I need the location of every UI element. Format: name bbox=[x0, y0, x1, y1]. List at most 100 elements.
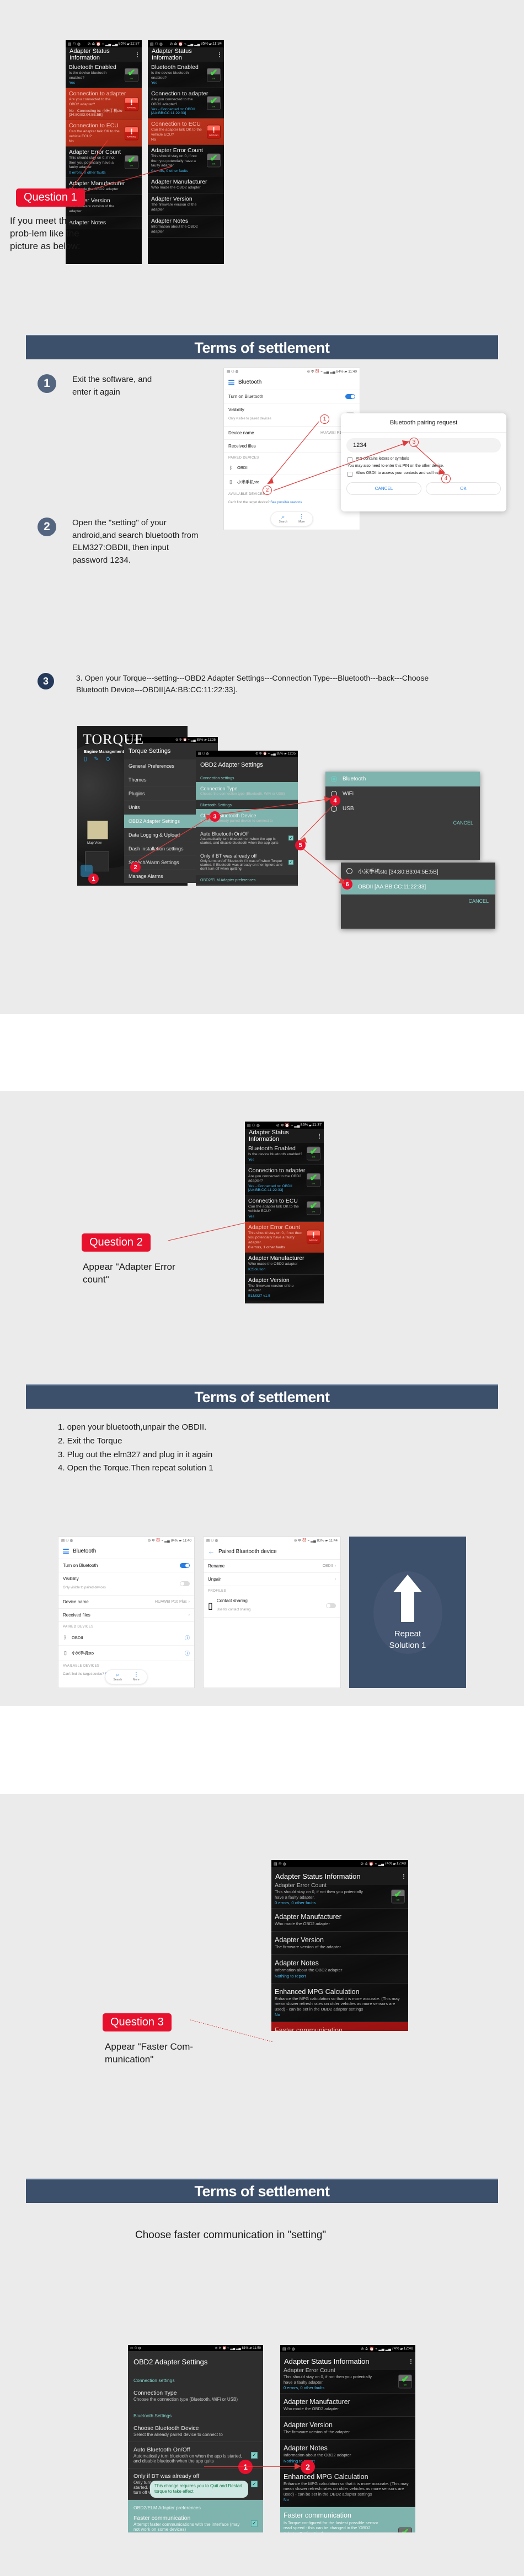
unpair-row[interactable]: Unpair › bbox=[204, 1573, 340, 1586]
ok-badge-icon: ✔OK bbox=[207, 96, 221, 110]
phone-status-q3-after: ▤ ⚇ ◍ ⊘ ✲ ⏰ ⌁ ▂▄ ▂▄ 74% ▰ 12:48 Adapter … bbox=[280, 2345, 415, 2532]
paired-device-obdii[interactable]: ᛒ OBDII bbox=[224, 461, 360, 475]
checkbox-icon[interactable] bbox=[347, 472, 352, 477]
received-files-label: Received files bbox=[63, 1612, 90, 1618]
visibility-sub: Only visible to paired devices bbox=[228, 417, 271, 421]
status-row: Bluetooth Enabled Is the device bluetoot… bbox=[148, 62, 224, 89]
turn-on-bluetooth-row[interactable]: Turn on Bluetooth bbox=[224, 390, 360, 403]
turn-on-bluetooth-toggle[interactable] bbox=[180, 1562, 190, 1568]
turn-on-bluetooth-toggle[interactable] bbox=[345, 394, 355, 399]
connection-type-item[interactable]: Connection Type Choose the connection ty… bbox=[196, 782, 298, 800]
map-view-tile[interactable] bbox=[87, 821, 108, 839]
overflow-menu-icon[interactable] bbox=[319, 1133, 320, 1139]
choose-bluetooth-device-item[interactable]: Choose Bluetooth Device Select the alrea… bbox=[128, 2421, 263, 2442]
faster-communication-item[interactable]: Faster communication Attempt faster comm… bbox=[196, 884, 298, 886]
marker-4: 4 bbox=[441, 474, 451, 483]
only-if-bt-checkbox[interactable]: ✓ bbox=[251, 2481, 258, 2487]
overflow-menu-icon[interactable] bbox=[219, 51, 220, 58]
status-icons-right: ⊘ ✲ ⏰ ⌁ ▂▄ ▂▄ 85% ▰ 11:37 bbox=[87, 42, 140, 46]
status-icons-left: ▤ ⚇ ◍ bbox=[274, 1862, 286, 1866]
allow-contacts-checkbox-row[interactable]: Allow OBDII to access your contacts and … bbox=[341, 470, 506, 478]
overflow-menu-icon[interactable] bbox=[403, 1873, 404, 1879]
available-devices-header: AVAILABLE DEVICES bbox=[228, 492, 265, 496]
row-title: Adapter Manufacturer bbox=[151, 178, 207, 185]
connection-type-sub: Choose the connection type (Bluetooth, W… bbox=[200, 792, 285, 796]
only-if-bt-checkbox[interactable]: ✓ bbox=[288, 859, 293, 865]
row-title: Adapter Manufacturer bbox=[69, 180, 125, 187]
option-usb[interactable]: USB bbox=[325, 801, 480, 816]
chevron-right-icon: › bbox=[334, 1577, 336, 1581]
device-name-row[interactable]: Device name HUAWEI P10 Plus› bbox=[58, 1596, 194, 1609]
status-icons-left: ▤ ⚇ ◍ bbox=[247, 1123, 260, 1128]
phone-icon: ▯ bbox=[229, 478, 232, 484]
terms-banner-title: Terms of settlement bbox=[194, 1388, 330, 1405]
overflow-menu-icon[interactable] bbox=[137, 51, 138, 58]
dialog-actions: CANCEL OK bbox=[341, 478, 506, 500]
section-question-3: ▤ ⚇ ◍ ⊘ ✲ ⏰ ⌁ ▂▄ 74% ▰ 12:48 Adapter Sta… bbox=[0, 1794, 524, 2576]
more-button[interactable]: ⋮ More bbox=[298, 514, 304, 524]
more-button[interactable]: ⋮ More bbox=[133, 1672, 139, 1682]
bluetooth-title-bar: Bluetooth bbox=[58, 1544, 194, 1559]
paired-device-obdii[interactable]: ᛒ OBDII ⓘ bbox=[58, 1630, 194, 1646]
auto-bt-checkbox[interactable]: ✓ bbox=[288, 836, 293, 840]
solution-2-steps: 1. open your bluetooth,unpair the OBDII.… bbox=[58, 1421, 477, 1475]
pin-input[interactable]: 1234 bbox=[346, 438, 501, 452]
marker-4-bluetooth: 4 bbox=[330, 795, 340, 806]
only-if-bt-item[interactable]: Only if BT was already off Only turns on… bbox=[196, 849, 298, 875]
app-bar-title: Adapter Status Information bbox=[249, 1129, 289, 1143]
received-files-row[interactable]: Received files › bbox=[58, 1609, 194, 1622]
see-possible-reasons-link[interactable]: See possible reasons bbox=[270, 501, 302, 504]
phone-paired-device: ▤ ⚇ ◍ ⊘ ✲ ⏰ ⌁ ▂▄ 83% ▰ 11:44 ← Paired Bl… bbox=[203, 1537, 341, 1688]
info-icon[interactable]: ⓘ bbox=[185, 1650, 190, 1657]
option-obdii[interactable]: OBDII [AA:BB:CC:11:22:33] bbox=[341, 880, 495, 894]
faster-communication-item[interactable]: Faster communication Attempt faster comm… bbox=[128, 2512, 263, 2532]
info-icon[interactable]: ⓘ bbox=[185, 1634, 190, 1641]
back-arrow-icon[interactable]: ← bbox=[208, 1548, 215, 1555]
section-question-2: ▤ ⚇ ◍ ⊘ ✲ ⏰ ⌁ ▂▄ 85% ▰ 11:37 Adapter Sta… bbox=[0, 1091, 524, 1742]
status-bar: ▤ ⚇ ◍ ⊘ ✲ ⏰ ⌁ ▂▄ ▂▄ 85% ▰ 11:34 bbox=[148, 40, 224, 47]
option-bluetooth[interactable]: Bluetooth bbox=[325, 772, 480, 786]
contact-sharing-row[interactable]: ▯ Contact sharing Use for contact sharin… bbox=[204, 1594, 340, 1618]
turn-on-bluetooth-row[interactable]: Turn on Bluetooth bbox=[58, 1559, 194, 1572]
ok-badge-icon: ✔OK bbox=[391, 1889, 405, 1904]
pin-letters-checkbox-row[interactable]: PIN contains letters or symbols bbox=[341, 456, 506, 464]
paired-device-xiaomi[interactable]: ▯ 小米手机sto bbox=[224, 475, 360, 489]
solution-2-step: 4. Open the Torque.Then repeat solution … bbox=[58, 1463, 213, 1473]
auto-bt-sub: Automatically turn bluetooth on when the… bbox=[133, 2454, 243, 2464]
adapter-status-list: Adapter Error Count This should stay on … bbox=[271, 1882, 408, 2031]
ok-button[interactable]: OK bbox=[426, 482, 501, 495]
menu-icon[interactable] bbox=[228, 379, 234, 386]
choose-device-cancel-button[interactable]: CANCEL bbox=[341, 894, 495, 909]
auto-bluetooth-item[interactable]: Auto Bluetooth On/Off Automatically turn… bbox=[196, 827, 298, 849]
row-title: Adapter Version bbox=[151, 196, 193, 203]
checkbox-icon[interactable] bbox=[347, 457, 352, 462]
contact-sharing-toggle[interactable] bbox=[326, 1603, 336, 1608]
connection-type-cancel-button[interactable]: CANCEL bbox=[325, 816, 480, 831]
status-row: Adapter Manufacturer Who made the OBD2 a… bbox=[148, 176, 224, 194]
search-button[interactable]: ⌕ Search bbox=[279, 514, 287, 524]
visibility-row[interactable]: Visibility Only visible to paired device… bbox=[58, 1572, 194, 1596]
device-name-row[interactable]: Device name HUAWEI P10 Plus› bbox=[224, 427, 360, 440]
paired-device-xiaomi[interactable]: ▯ 小米手机sto ⓘ bbox=[58, 1646, 194, 1661]
cancel-button[interactable]: CANCEL bbox=[346, 482, 421, 495]
status-bar: ▤ ⚇ ◍ ⊘ ✲ ⏰ ⌁ ▂▄ 84% ▰ 11:40 bbox=[58, 1537, 194, 1544]
row-desc: Enhance the MPG calculation so that it i… bbox=[284, 2481, 409, 2497]
search-button[interactable]: ⌕ Search bbox=[113, 1672, 122, 1682]
option-wifi[interactable]: WiFi bbox=[325, 786, 480, 801]
faster-checkbox[interactable]: ✓ bbox=[251, 2520, 258, 2527]
visibility-toggle[interactable] bbox=[180, 1581, 190, 1586]
bluetooth-title-bar: Bluetooth bbox=[224, 375, 360, 390]
row-value: Yes bbox=[151, 81, 158, 85]
received-files-row[interactable]: Received files › bbox=[224, 440, 360, 453]
option-xiaomi[interactable]: 小米手机sto [34:80:B3:04:5E:5B] bbox=[341, 863, 495, 880]
rename-row[interactable]: Rename OBDII › bbox=[204, 1560, 340, 1573]
menu-icon[interactable] bbox=[63, 1548, 69, 1555]
visibility-row[interactable]: Visibility Only visible to paired device… bbox=[224, 403, 360, 427]
row-title: Adapter Error Count bbox=[284, 2367, 335, 2374]
connection-type-item[interactable]: Connection Type Choose the connection ty… bbox=[128, 2385, 263, 2406]
overflow-menu-icon[interactable] bbox=[410, 2358, 411, 2364]
status-row: Adapter Notes Information about the OBD2… bbox=[148, 215, 224, 238]
terms-banner-title: Terms of settlement bbox=[194, 2182, 330, 2200]
ok-badge-icon: ✔OK bbox=[307, 1173, 320, 1187]
auto-bt-checkbox[interactable]: ✓ bbox=[251, 2451, 258, 2459]
